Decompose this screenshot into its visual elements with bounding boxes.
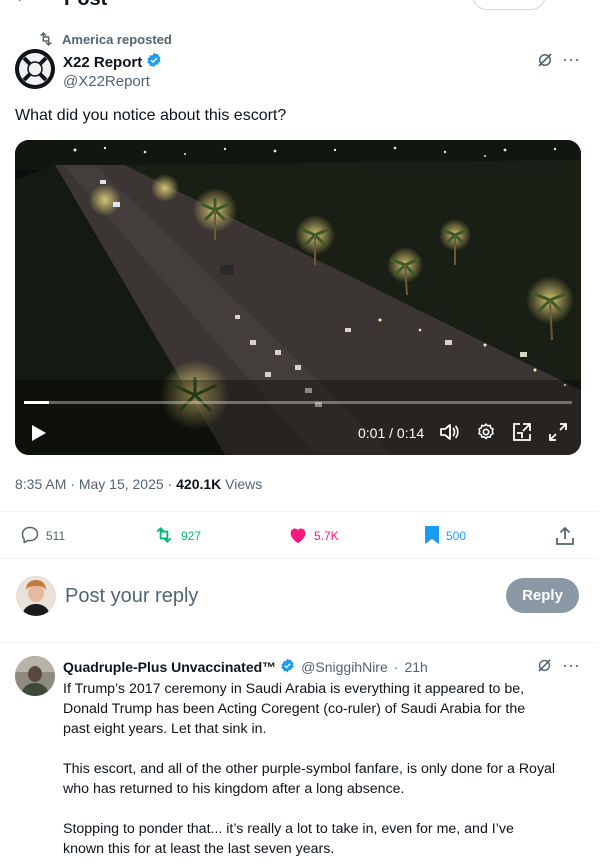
post-meta: 8:35 AM · May 15, 2025 · 420.1K Views — [15, 476, 262, 492]
avatar[interactable] — [15, 49, 55, 89]
comment-line: Stopping to ponder that... it’s really a… — [63, 821, 514, 837]
divider — [0, 558, 598, 559]
fullscreen-icon[interactable] — [549, 423, 567, 446]
more-options-icon[interactable]: ··· — [562, 49, 580, 70]
page-title: Post — [64, 0, 107, 11]
repost-context: America reposted — [38, 31, 172, 47]
comment-line: This escort, and all of the other purple… — [63, 761, 556, 777]
volume-icon[interactable] — [440, 423, 460, 446]
reply-icon — [20, 525, 40, 548]
comment-age[interactable]: 21h — [404, 659, 427, 675]
comment-line: who has returned to his kingdom after a … — [63, 781, 405, 797]
post-time[interactable]: 8:35 AM — [15, 476, 66, 492]
meta-separator: · — [167, 476, 173, 492]
bookmark-icon — [424, 525, 440, 548]
post-date[interactable]: May 15, 2025 — [79, 476, 164, 492]
grok-icon[interactable] — [536, 51, 554, 74]
meta-separator: · — [70, 476, 75, 492]
share-icon[interactable] — [556, 524, 574, 548]
bookmark-count: 500 — [446, 529, 467, 543]
author-name[interactable]: X22 Report — [63, 52, 162, 72]
comment-header: Quadruple-Plus Unvaccinated™ @SniggihNir… — [63, 658, 428, 676]
picture-in-picture-icon[interactable] — [512, 422, 532, 447]
tweet-text: What did you notice about this escort? — [15, 107, 287, 124]
video-progress-fill — [24, 401, 49, 404]
verified-badge-icon — [280, 658, 295, 676]
heart-icon — [288, 526, 308, 547]
views-label: Views — [225, 476, 263, 492]
repost-label[interactable]: America reposted — [62, 32, 172, 47]
verified-badge-icon — [146, 52, 162, 72]
commenter-handle[interactable]: @SniggihNire — [301, 659, 388, 675]
bookmark-action-button[interactable]: 500 — [424, 524, 466, 548]
header-reply-button[interactable] — [472, 0, 546, 10]
comment-separator: · — [393, 659, 399, 675]
author-name-text[interactable]: X22 Report — [63, 54, 142, 71]
comment-line: Donald Trump has been Acting Coregent (c… — [63, 701, 526, 717]
repost-count: 927 — [181, 529, 202, 543]
video-time: 0:01 / 0:14 — [358, 425, 425, 441]
comment-line: past eight years. Let that sink in. — [63, 721, 267, 737]
more-options-icon[interactable]: ··· — [562, 655, 580, 676]
like-count: 5.7K — [314, 529, 339, 543]
top-header: ← Post — [0, 0, 598, 14]
settings-gear-icon[interactable] — [476, 422, 496, 447]
repost-action-icon — [153, 525, 175, 548]
divider — [0, 642, 598, 643]
reply-action-button[interactable]: 511 — [20, 524, 65, 548]
reply-input[interactable]: Post your reply — [65, 585, 198, 608]
reply-submit-button[interactable]: Reply — [506, 578, 579, 613]
grok-icon[interactable] — [536, 657, 553, 679]
comment-line: If Trump’s 2017 ceremony in Saudi Arabia… — [63, 681, 525, 697]
play-icon[interactable] — [31, 424, 47, 447]
back-arrow-icon[interactable]: ← — [14, 0, 32, 7]
commenter-avatar[interactable] — [15, 656, 55, 696]
repost-action-button[interactable]: 927 — [153, 524, 201, 548]
commenter-name[interactable]: Quadruple-Plus Unvaccinated™ — [63, 659, 276, 675]
author-handle[interactable]: @X22Report — [63, 73, 150, 90]
divider — [0, 511, 598, 512]
comment-line: known this for at least the last seven y… — [63, 841, 335, 857]
video-frame — [15, 140, 581, 455]
repost-icon — [38, 32, 54, 46]
video-player[interactable]: 0:01 / 0:14 — [15, 140, 581, 455]
views-count: 420.1K — [176, 476, 222, 492]
user-avatar[interactable] — [16, 576, 56, 616]
like-action-button[interactable]: 5.7K — [288, 524, 339, 548]
reply-count: 511 — [46, 529, 66, 543]
video-progress-bar[interactable] — [24, 401, 572, 404]
